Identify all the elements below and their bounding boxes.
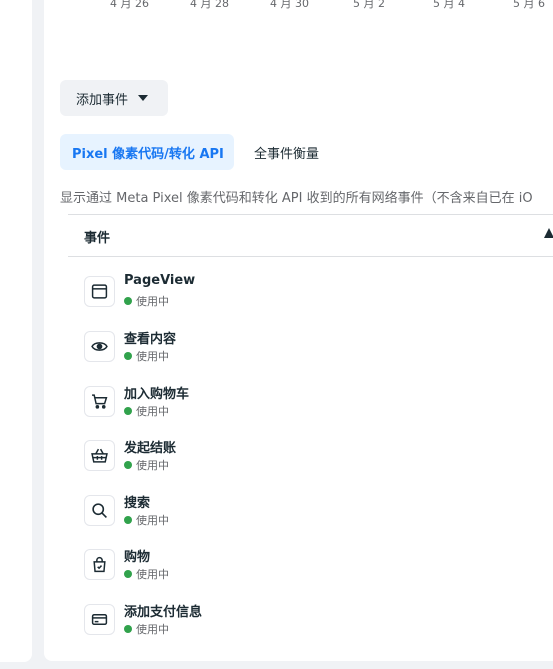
status-dot-icon [124,407,132,415]
event-name: 查看内容 [124,332,177,347]
warning-icon [544,228,553,238]
x-tick-label: 4 月 26 [110,0,149,10]
event-status: 使用中 [124,403,169,419]
event-name: 购物 [124,550,151,565]
events-description: 显示通过 Meta Pixel 像素代码和转化 API 收到的所有网络事件（不含… [60,191,533,206]
credit-card-icon [84,604,115,635]
x-tick-label: 4 月 30 [270,0,309,10]
event-name: PageView [124,273,196,288]
event-row[interactable]: PageView 使用中 [84,273,484,313]
event-status: 使用中 [124,621,169,637]
events-table-header: 事件 [68,214,553,257]
add-event-label: 添加事件 [76,92,129,108]
cart-icon [84,386,115,417]
status-dot-icon [124,570,132,578]
caret-down-icon [138,95,149,101]
event-status: 使用中 [124,348,169,364]
tab-label: Pixel 像素代码/转化 API [72,146,224,162]
column-header-event[interactable]: 事件 [84,227,110,246]
event-status: 使用中 [124,512,169,528]
add-event-button[interactable]: 添加事件 [60,80,168,116]
status-label: 使用中 [136,295,169,308]
x-tick-label: 5 月 6 [513,0,545,10]
shopping-bag-icon [84,549,115,580]
status-label: 使用中 [136,405,169,418]
event-name: 搜索 [124,496,151,511]
status-dot-icon [124,297,132,305]
event-status: 使用中 [124,457,169,473]
status-dot-icon [124,461,132,469]
eye-icon [84,331,115,362]
event-row[interactable]: 购物 使用中 [84,546,484,586]
tab-aggregated-event-measurement[interactable]: 全事件衡量 [254,134,319,170]
x-tick-label: 4 月 28 [190,0,229,10]
events-panel: 4 月 26 4 月 28 4 月 30 5 月 2 5 月 4 5 月 6 添… [44,0,553,661]
browser-window-icon [84,276,115,307]
event-row[interactable]: 添加支付信息 使用中 [84,601,484,641]
event-row[interactable]: 搜索 使用中 [84,492,484,532]
tab-pixel-conversions-api[interactable]: Pixel 像素代码/转化 API [60,134,234,170]
tab-label: 全事件衡量 [254,146,320,162]
status-label: 使用中 [136,568,169,581]
event-name: 发起结账 [124,441,177,456]
status-label: 使用中 [136,350,169,363]
event-name: 添加支付信息 [124,605,203,620]
status-dot-icon [124,352,132,360]
left-panel [0,0,32,662]
event-status: 使用中 [124,566,169,582]
status-label: 使用中 [136,623,169,636]
status-dot-icon [124,625,132,633]
status-dot-icon [124,516,132,524]
event-row[interactable]: 查看内容 使用中 [84,328,484,368]
event-row[interactable]: 加入购物车 使用中 [84,383,484,423]
chart-x-axis: 4 月 26 4 月 28 4 月 30 5 月 2 5 月 4 5 月 6 [44,0,553,10]
status-label: 使用中 [136,459,169,472]
x-tick-label: 5 月 2 [353,0,385,10]
event-row[interactable]: 发起结账 使用中 [84,437,484,477]
status-label: 使用中 [136,514,169,527]
event-name: 加入购物车 [124,387,190,402]
x-tick-label: 5 月 4 [433,0,465,10]
search-icon [84,495,115,526]
event-status: 使用中 [124,293,169,309]
basket-icon [84,440,115,471]
